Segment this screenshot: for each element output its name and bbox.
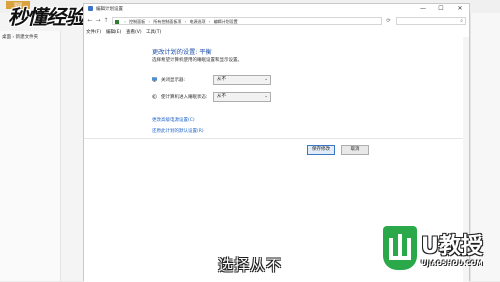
maximize-button[interactable]: ☐ [432, 4, 450, 14]
advanced-power-settings-link[interactable]: 更改高级电源设置(C) [152, 117, 195, 123]
cancel-button[interactable]: 取消 [341, 145, 369, 155]
turn-off-display-value: 从不 [217, 77, 226, 82]
sleep-select[interactable]: 从不 ⌄ [213, 92, 271, 102]
menu-edit[interactable]: 编辑(E) [106, 29, 121, 35]
monitor-icon [152, 77, 157, 82]
menu-tools[interactable]: 工具(T) [146, 29, 161, 35]
address-segment-edit-plan[interactable]: 编辑计划设置 [214, 19, 238, 24]
search-input[interactable]: ⌕ [396, 17, 466, 25]
address-segment-all-items[interactable]: 所有控制面板项 [153, 19, 181, 24]
shield-icon [383, 226, 417, 270]
background-navigation-pane [0, 31, 61, 281]
page-title: 更改计划的设置: 平衡 [152, 49, 212, 56]
watermark-url: UJIAOSHOU.COM [421, 260, 483, 267]
background-breadcrumb: 桌面 › 新建文件夹 [2, 35, 39, 40]
control-panel-small-icon [115, 19, 119, 24]
chevron-down-icon: ⌄ [264, 94, 268, 99]
menu-file[interactable]: 文件(F) [86, 29, 101, 35]
miaodong-logo: 秒懂经验 [8, 5, 85, 29]
turn-off-display-label: 关闭显示器: [161, 78, 186, 83]
restore-defaults-link[interactable]: 还原此计划的默认设置(R) [152, 128, 204, 134]
back-arrow-icon[interactable]: ← [86, 17, 94, 25]
save-changes-button[interactable]: 保存修改 [307, 145, 335, 155]
ujiaoshou-watermark: U教授 UJIAOSHOU.COM [383, 224, 498, 279]
sleep-label: 使计算机进入睡眠状态: [161, 95, 208, 100]
address-segment-control-panel[interactable]: 控制面板 [129, 19, 145, 24]
search-icon: ⌕ [460, 18, 463, 24]
address-bar[interactable]: › 控制面板 › 所有控制面板项 › 电源选项 › 编辑计划设置 [112, 17, 382, 25]
menu-bar: 文件(F) 编辑(E) 查看(V) 工具(T) [84, 28, 469, 36]
refresh-icon[interactable]: ⟳ [384, 17, 393, 25]
close-button[interactable]: ✕ [451, 4, 469, 14]
address-bar-row: ← → ↑ › 控制面板 › 所有控制面板项 › 电源选项 › 编辑计划设置 ⟳… [84, 15, 469, 27]
sleep-value: 从不 [217, 94, 226, 99]
chevron-down-icon: ⌄ [264, 77, 268, 82]
forward-arrow-icon[interactable]: → [94, 17, 102, 25]
window-titlebar: 编辑计划设置 — ☐ ✕ [84, 4, 469, 14]
minimize-button[interactable]: — [414, 4, 432, 14]
menu-view[interactable]: 查看(V) [126, 29, 142, 35]
page-description: 选择希望计算机使用的睡眠设置和显示设置。 [152, 58, 242, 63]
divider [84, 138, 469, 139]
control-panel-icon [88, 6, 93, 11]
address-segment-power-options[interactable]: 电源选项 [190, 19, 206, 24]
up-arrow-icon[interactable]: ↑ [102, 17, 110, 25]
moon-icon [152, 94, 157, 99]
window-title: 编辑计划设置 [96, 7, 123, 12]
turn-off-display-select[interactable]: 从不 ⌄ [213, 75, 271, 85]
watermark-brand: U教授 [421, 234, 483, 259]
